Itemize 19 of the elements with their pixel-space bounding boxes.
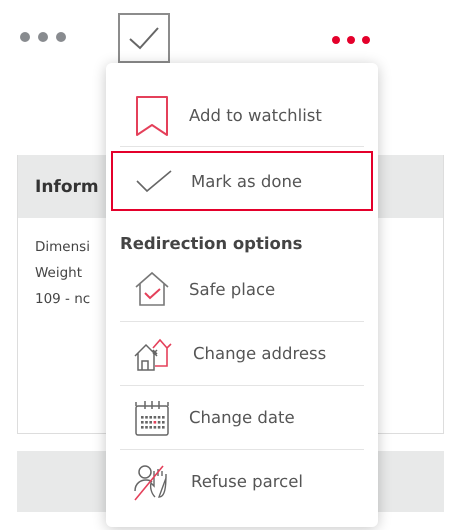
card-title: Inform — [35, 176, 99, 196]
info-text: 109 - nc — [35, 290, 90, 309]
menu-item[interactable]: Change address — [120, 321, 364, 385]
check-icon — [135, 169, 173, 193]
calendar-icon — [133, 398, 171, 436]
more-icon[interactable] — [20, 32, 66, 42]
menu-item[interactable]: Mark as done — [111, 151, 373, 211]
menu-heading: Redirection options — [120, 233, 304, 255]
info-text: Dimensi — [35, 238, 90, 257]
menu-item[interactable]: Change date — [120, 385, 364, 449]
menu-item[interactable]: Add to watchlist — [120, 85, 364, 147]
done-checkbox[interactable] — [118, 13, 170, 63]
more-icon[interactable] — [332, 36, 370, 44]
menu-item[interactable]: Safe place — [120, 257, 364, 321]
house-check-icon — [133, 271, 171, 307]
menu-item[interactable]: Refuse parcel — [120, 449, 364, 513]
bookmark-icon — [133, 94, 171, 136]
check-icon — [127, 25, 161, 51]
info-text: Weight — [35, 264, 82, 283]
